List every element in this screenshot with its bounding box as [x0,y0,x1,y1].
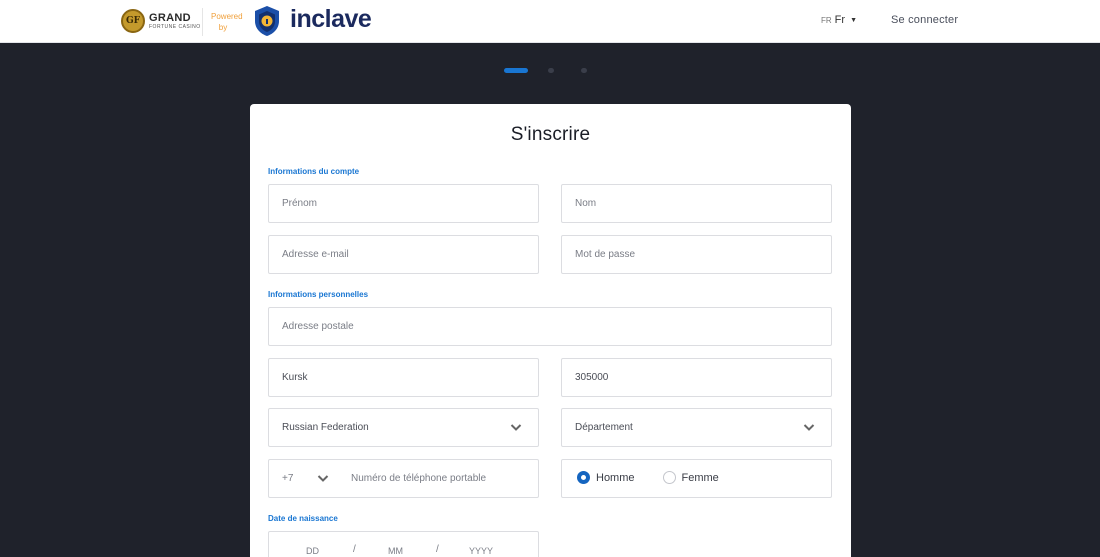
country-value: Russian Federation [282,422,369,433]
first-name-field[interactable]: Prénom [268,184,539,223]
dob-year[interactable]: YYYY [469,546,493,556]
address-placeholder: Adresse postale [282,321,354,332]
gender-female-label[interactable]: Femme [682,472,719,484]
step-indicator-2 [548,68,554,73]
last-name-field[interactable]: Nom [561,184,832,223]
section-personal-title: Informations personnelles [268,290,369,299]
casino-logo-subtext: FORTUNE CASINO [149,23,201,30]
gender-female-radio[interactable] [662,471,676,484]
gf-seal-icon: GF [121,9,145,33]
casino-logo-text: GRAND [149,11,191,24]
dob-sep-2: / [436,544,439,555]
gender-male-radio[interactable] [577,471,590,484]
dob-month[interactable]: MM [388,546,403,556]
step-indicator-1 [504,68,528,73]
department-placeholder: Département [575,422,633,433]
section-dob-title: Date de naissance [268,514,338,523]
dob-sep-1: / [353,544,356,555]
phone-placeholder: Numéro de téléphone portable [351,473,487,484]
inclave-brand-name[interactable]: inclave [290,5,372,34]
language-selector[interactable]: FR Fr ▼ [821,14,857,26]
address-field[interactable]: Adresse postale [268,307,832,346]
city-field[interactable]: Kursk [268,358,539,397]
chevron-down-icon [803,424,815,431]
powered-by-label: Powered by [211,12,243,32]
language-code: FR [821,15,832,25]
top-navbar: GF GRAND FORTUNE CASINO Powered by incla… [0,0,1100,43]
password-field[interactable]: Mot de passe [561,235,832,274]
page-title: S'inscrire [510,124,591,145]
email-field[interactable]: Adresse e-mail [268,235,539,274]
email-placeholder: Adresse e-mail [282,249,349,260]
gender-field: Homme Femme [561,459,832,498]
caret-down-icon: ▼ [850,16,857,24]
zip-value: 305000 [575,372,609,383]
password-placeholder: Mot de passe [575,249,636,260]
zip-field[interactable]: 305000 [561,358,832,397]
language-label: Fr [834,14,846,26]
department-select[interactable]: Département [561,408,832,447]
chevron-down-icon [510,424,522,431]
dob-field[interactable]: DD / MM / YYYY [268,531,539,557]
grand-fortune-logo[interactable]: GF GRAND FORTUNE CASINO [121,8,201,34]
phone-field[interactable]: +7 Numéro de téléphone portable [268,459,539,498]
chevron-down-icon[interactable] [317,472,329,484]
city-value: Kursk [282,372,308,383]
signup-card: S'inscrire Informations du compte Prénom… [250,104,851,557]
dob-day[interactable]: DD [306,546,319,556]
section-account-title: Informations du compte [268,167,360,176]
inclave-shield-icon [255,6,279,36]
signin-link[interactable]: Se connecter [891,14,958,26]
step-indicator-3 [581,68,587,73]
phone-code[interactable]: +7 [282,473,293,484]
gender-male-label[interactable]: Homme [596,472,635,484]
country-select[interactable]: Russian Federation [268,408,539,447]
gender-radio-group: Homme Femme [577,471,741,484]
last-name-placeholder: Nom [575,198,597,209]
logo-divider [202,8,203,36]
first-name-placeholder: Prénom [282,198,318,209]
